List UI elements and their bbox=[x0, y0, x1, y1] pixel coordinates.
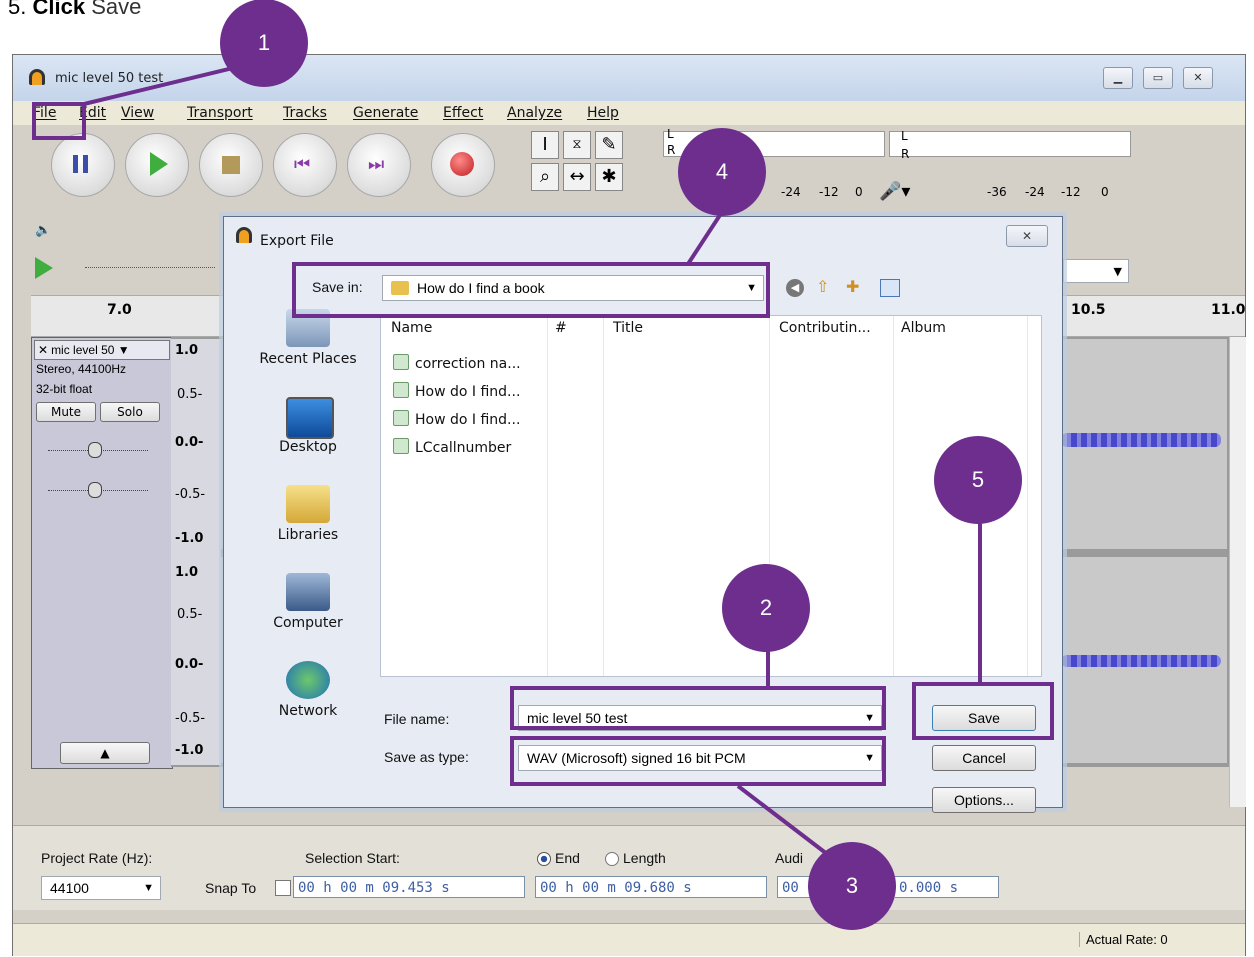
annotation-lines bbox=[83, 60, 982, 872]
highlight-save-button bbox=[912, 682, 1054, 740]
badge-5: 5 bbox=[934, 436, 1022, 524]
badge-1: 1 bbox=[220, 0, 308, 87]
highlight-save-type bbox=[510, 736, 886, 786]
badge-3: 3 bbox=[808, 842, 896, 930]
highlight-save-in bbox=[292, 262, 770, 318]
badge-4: 4 bbox=[678, 128, 766, 216]
badge-2: 2 bbox=[722, 564, 810, 652]
highlight-file-name bbox=[510, 686, 886, 730]
highlight-file-menu bbox=[32, 102, 86, 140]
